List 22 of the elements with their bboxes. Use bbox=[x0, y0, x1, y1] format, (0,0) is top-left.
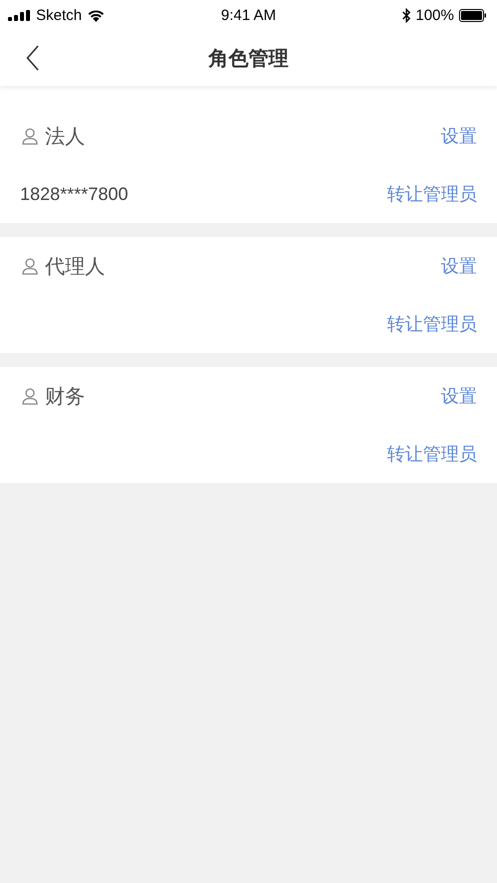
role-name: 法人 bbox=[45, 124, 85, 150]
person-icon bbox=[22, 128, 38, 144]
page-title: 角色管理 bbox=[208, 46, 288, 72]
settings-link[interactable]: 设置 bbox=[441, 384, 477, 408]
wifi-icon bbox=[86, 8, 105, 22]
settings-link[interactable]: 设置 bbox=[441, 124, 477, 148]
transfer-admin-link[interactable]: 转让管理员 bbox=[387, 312, 477, 336]
battery-percent: 100% bbox=[416, 6, 454, 24]
carrier-name: Sketch bbox=[36, 6, 82, 24]
back-icon[interactable] bbox=[26, 45, 40, 71]
battery-icon bbox=[459, 8, 487, 22]
transfer-admin-link[interactable]: 转让管理员 bbox=[387, 182, 477, 206]
role-name: 财务 bbox=[45, 384, 85, 410]
role-name: 代理人 bbox=[45, 254, 105, 280]
transfer-admin-link[interactable]: 转让管理员 bbox=[387, 442, 477, 466]
bluetooth-icon bbox=[402, 8, 411, 22]
person-icon bbox=[22, 258, 38, 274]
person-icon bbox=[22, 388, 38, 404]
clock-time: 9:41 AM bbox=[220, 6, 276, 24]
phone-number: 1828****7800 bbox=[20, 184, 128, 204]
signal-icon bbox=[8, 10, 31, 20]
settings-link[interactable]: 设置 bbox=[441, 254, 477, 278]
